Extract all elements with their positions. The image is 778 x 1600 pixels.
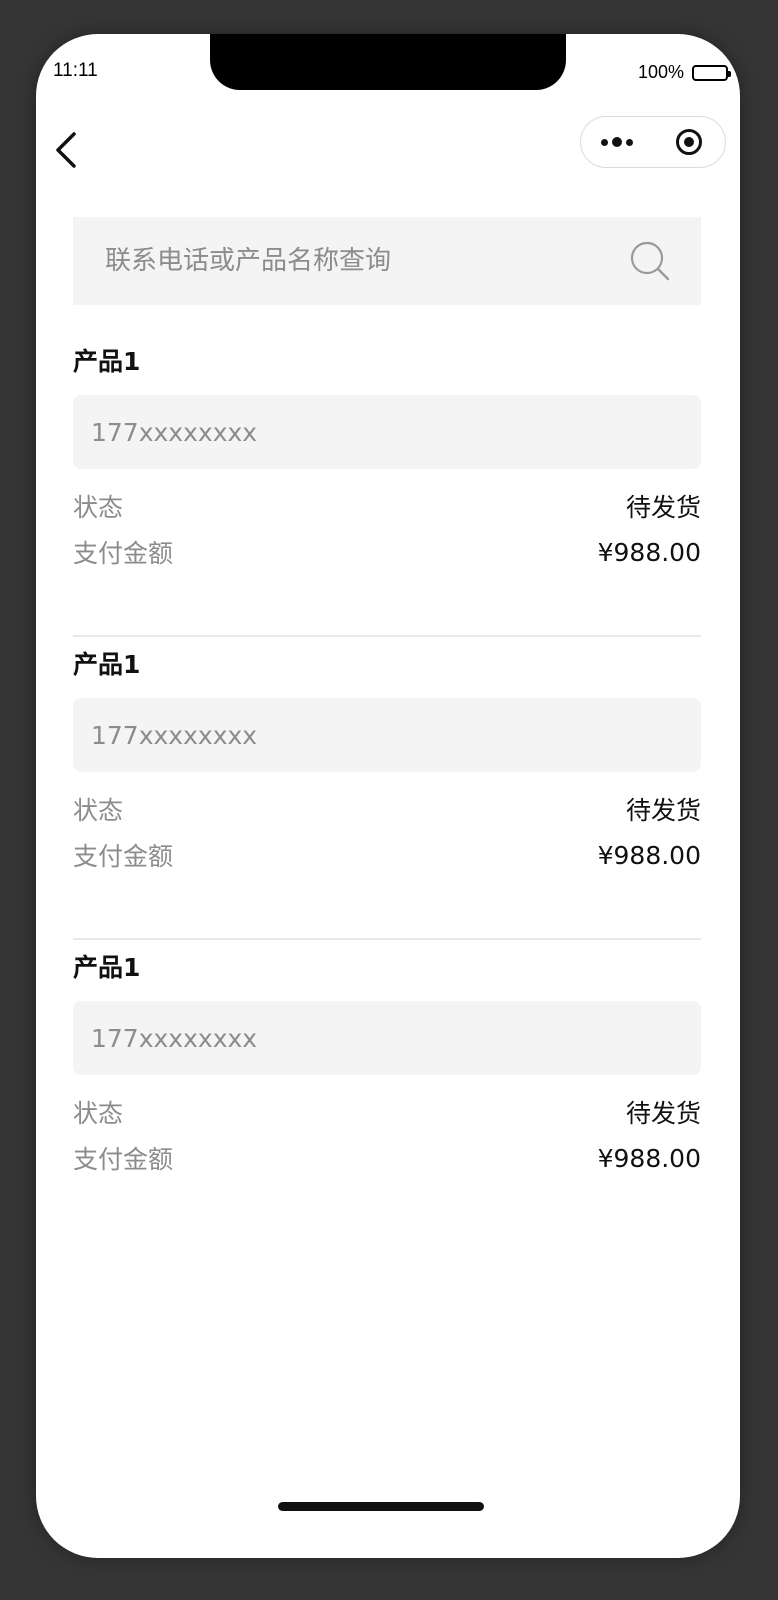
- back-button[interactable]: [50, 128, 86, 172]
- home-indicator[interactable]: [278, 1502, 484, 1511]
- status-right: 100%: [637, 62, 731, 83]
- product-name: 产品1: [73, 650, 141, 679]
- amount-label: 支付金额: [73, 539, 174, 568]
- amount-value: ¥988.00: [597, 537, 701, 567]
- contact-phone: 177xxxxxxxx: [73, 1001, 701, 1075]
- order-card[interactable]: 产品1 177xxxxxxxx 状态 待发货 支付金额 ¥988.00: [73, 940, 701, 1243]
- amount-label: 支付金额: [73, 842, 174, 871]
- status-row: 状态 待发货: [73, 488, 701, 524]
- search-input[interactable]: [103, 245, 587, 277]
- product-name: 产品1: [73, 953, 141, 982]
- battery-percent: 100%: [637, 62, 684, 82]
- contact-phone: 177xxxxxxxx: [73, 698, 701, 772]
- amount-row: 支付金额 ¥988.00: [73, 534, 701, 570]
- order-card[interactable]: 产品1 177xxxxxxxx 状态 待发货 支付金额 ¥988.00: [73, 334, 701, 637]
- phone-screen: 11:11 100% 产品1 177xxxxxxxx 状态: [36, 34, 740, 1558]
- status-value: 待发货: [625, 493, 701, 522]
- amount-row: 支付金额 ¥988.00: [73, 1140, 701, 1176]
- amount-row: 支付金额 ¥988.00: [73, 837, 701, 873]
- close-miniapp-button[interactable]: [653, 117, 725, 167]
- search-icon[interactable]: [629, 240, 671, 282]
- more-dots-icon: [599, 137, 635, 147]
- status-row: 状态 待发货: [73, 791, 701, 827]
- amount-label: 支付金额: [73, 1145, 174, 1174]
- more-button[interactable]: [581, 117, 653, 167]
- status-row: 状态 待发货: [73, 1094, 701, 1130]
- status-label: 状态: [73, 493, 124, 522]
- target-circle-icon: [676, 129, 702, 155]
- menu-capsule: [580, 116, 726, 168]
- search-bar: [73, 217, 701, 305]
- status-value: 待发货: [625, 1099, 701, 1128]
- notch: [210, 34, 566, 90]
- status-value: 待发货: [625, 796, 701, 825]
- status-time: 11:11: [53, 60, 98, 81]
- battery-icon: [692, 64, 731, 81]
- contact-phone: 177xxxxxxxx: [73, 395, 701, 469]
- order-list: 产品1 177xxxxxxxx 状态 待发货 支付金额 ¥988.00 产品1 …: [73, 334, 701, 1243]
- amount-value: ¥988.00: [597, 840, 701, 870]
- status-label: 状态: [73, 796, 124, 825]
- order-card[interactable]: 产品1 177xxxxxxxx 状态 待发货 支付金额 ¥988.00: [73, 637, 701, 940]
- amount-value: ¥988.00: [597, 1143, 701, 1173]
- status-label: 状态: [73, 1099, 124, 1128]
- product-name: 产品1: [73, 347, 141, 376]
- chevron-left-icon: [56, 132, 76, 168]
